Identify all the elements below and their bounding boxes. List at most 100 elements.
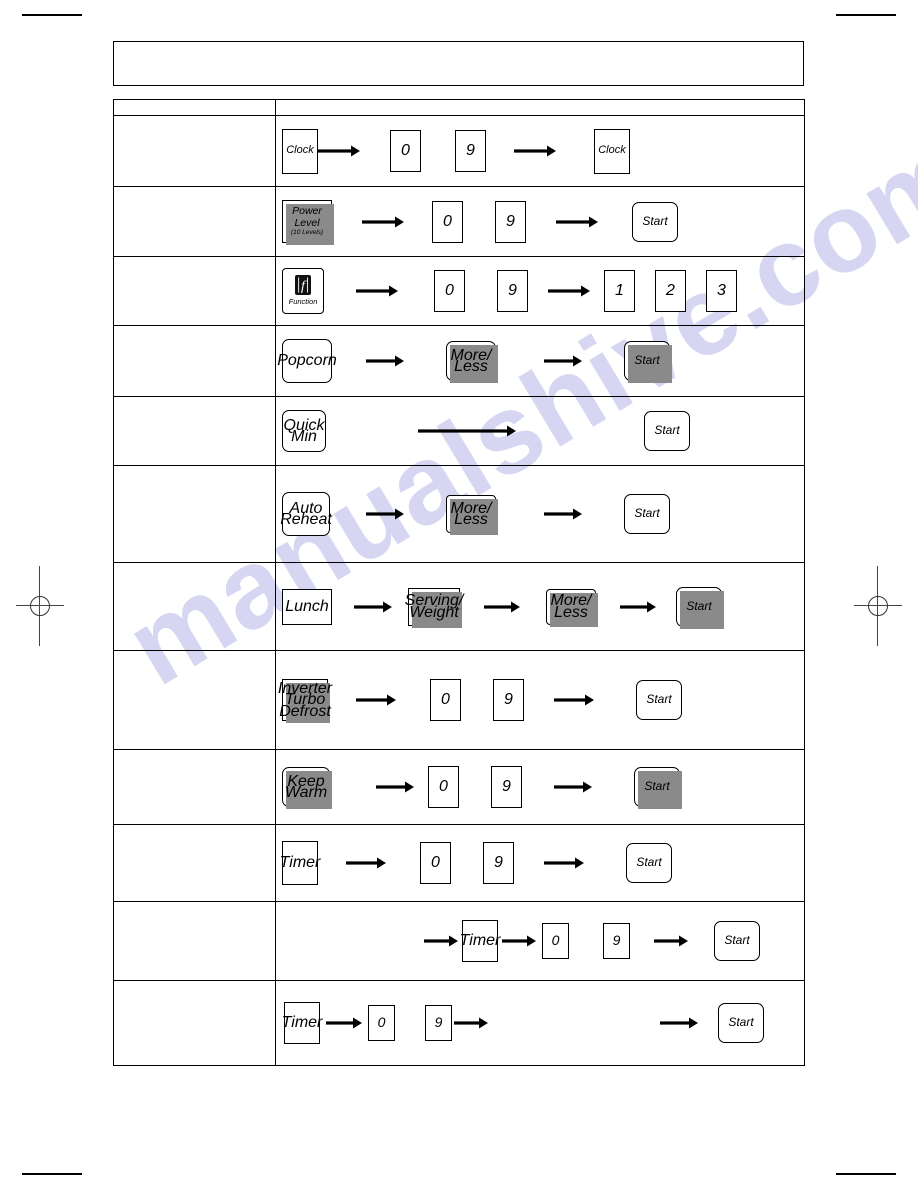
key-clock-9[interactable]: Clock <box>594 128 630 174</box>
key-start-10[interactable]: Start <box>636 680 682 720</box>
key-timer-0[interactable]: Timer <box>280 841 320 885</box>
key-1-10[interactable]: 1 <box>604 270 635 312</box>
arrow-right-icon <box>554 693 594 707</box>
step-flow-keep-warm: Keep Warm 0 9 Start <box>276 750 804 824</box>
key-0-4[interactable]: 0 <box>420 842 451 884</box>
key-9-9[interactable]: 9 <box>603 923 630 959</box>
table-row: Lunch Serving/Weight More/Less Start <box>113 562 805 651</box>
key-2-12[interactable]: 2 <box>655 270 686 312</box>
step-flow-function: f Function 0 9 1 2 3 <box>276 257 804 325</box>
key-label: Start <box>634 353 660 368</box>
key-inverter-turbo-defrost-0[interactable]: Inverter Turbo Defrost <box>278 679 332 723</box>
key-0-7[interactable]: 0 <box>542 923 569 959</box>
key-label: More/Less <box>550 592 592 621</box>
crop-mark-top-left <box>22 14 82 16</box>
key-9-6[interactable]: 9 <box>495 200 526 243</box>
key-serving-weight-4[interactable]: Serving/Weight <box>405 587 463 628</box>
arrow-right-icon <box>326 1016 362 1030</box>
key-0-4[interactable]: 0 <box>434 270 465 312</box>
key-start-4[interactable]: Start <box>644 411 690 451</box>
key-label: Inverter Turbo Defrost <box>277 679 333 720</box>
table-row: Clock 0 9 Clock <box>113 115 805 187</box>
crop-mark-bottom-left <box>22 1173 82 1175</box>
procedure-table: Clock 0 9 Clock Power Level (10 Levels) 0 9 Start… <box>113 99 805 1066</box>
table-row: Auto Reheat More/Less Start <box>113 465 805 563</box>
key-9-6[interactable]: 9 <box>491 766 522 808</box>
key-popcorn-0[interactable]: Popcorn <box>277 339 337 383</box>
key-start-10[interactable]: Start <box>626 843 672 883</box>
key-label: 9 <box>508 282 517 300</box>
key-start-13[interactable]: Start <box>714 921 760 961</box>
table-row: Popcorn More/Less Start <box>113 325 805 397</box>
key-label: 9 <box>502 778 511 796</box>
arrow-right-icon <box>362 215 404 229</box>
key-0-4[interactable]: 0 <box>432 200 463 243</box>
key-function-0[interactable]: f Function <box>282 268 324 314</box>
key-label: Clock <box>286 144 314 157</box>
key-quick-min-0[interactable]: Quick Min <box>282 410 326 452</box>
key-label: Start <box>634 506 660 521</box>
key-more-less-8[interactable]: More/Less <box>546 588 598 627</box>
registration-mark-right <box>854 566 902 646</box>
arrow-right-icon <box>424 934 458 948</box>
key-label: 0 <box>551 932 560 949</box>
key-start-12[interactable]: Start <box>676 586 724 629</box>
key-0-5[interactable]: 0 <box>368 1005 395 1041</box>
key-label: 2 <box>666 282 675 300</box>
key-more-less-4[interactable]: More/Less <box>446 495 498 535</box>
key-9-6[interactable]: 9 <box>483 842 514 884</box>
feature-label-timer-delay <box>113 824 276 902</box>
arrow-right-icon <box>556 215 598 229</box>
feature-label-power-level <box>113 186 276 257</box>
key-label: 9 <box>506 212 515 230</box>
procedure-steps-timer-delay: Timer 0 9 Start <box>275 824 805 902</box>
column-header-feature <box>113 99 276 116</box>
procedure-steps-inverter-turbo-defrost: Inverter Turbo Defrost 0 9 Start <box>275 650 805 750</box>
key-start-10[interactable]: Start <box>634 767 682 809</box>
step-flow-power-level: Power Level (10 Levels) 0 9 Start <box>276 187 804 256</box>
procedure-steps-timer-stand: Timer 0 9 Start <box>275 901 805 981</box>
key-start-8[interactable]: Start <box>624 341 672 383</box>
table-row: Power Level (10 Levels) 0 9 Start <box>113 186 805 257</box>
feature-label-inverter-turbo-defrost <box>113 650 276 750</box>
step-flow-quick-min: Quick Min Start <box>276 397 804 465</box>
key-label: 0 <box>401 142 410 160</box>
procedure-steps-quick-min: Quick Min Start <box>275 396 805 466</box>
key-label: 0 <box>377 1014 386 1031</box>
arrow-right-icon <box>376 780 414 794</box>
arrow-right-icon <box>484 600 520 614</box>
key-start-10[interactable]: Start <box>632 201 678 242</box>
key-timer-3[interactable]: Timer <box>460 920 500 962</box>
key-0-4[interactable]: 0 <box>428 766 459 808</box>
arrow-right-icon <box>354 600 392 614</box>
key-label: 9 <box>466 142 475 160</box>
key-more-less-4[interactable]: More/Less <box>446 341 498 383</box>
key-9-6[interactable]: 9 <box>497 270 528 312</box>
key-9-5[interactable]: 9 <box>455 130 486 172</box>
key-lunch-0[interactable]: Lunch <box>282 588 332 625</box>
key-keep-warm-0[interactable]: Keep Warm <box>282 767 332 809</box>
key-3-14[interactable]: 3 <box>706 270 737 312</box>
procedure-steps-power-level: Power Level (10 Levels) 0 9 Start <box>275 186 805 257</box>
feature-label-popcorn <box>113 325 276 397</box>
key-sublabel: (10 Levels) <box>290 229 324 237</box>
key-0-4[interactable]: 0 <box>430 679 461 721</box>
arrow-right-icon <box>654 934 688 948</box>
key-auto-reheat-0[interactable]: Auto Reheat <box>280 492 332 536</box>
table-header-row <box>113 99 805 116</box>
procedure-steps-clock: Clock 0 9 Clock <box>275 115 805 187</box>
key-label: 0 <box>441 691 450 709</box>
key-start-13[interactable]: Start <box>718 1003 764 1043</box>
key-0-3[interactable]: 0 <box>390 130 421 172</box>
key-label: Start <box>728 1015 754 1030</box>
key-9-7[interactable]: 9 <box>425 1005 452 1041</box>
key-clock-0[interactable]: Clock <box>282 128 318 174</box>
arrow-right-icon <box>418 424 516 438</box>
key-label: Start <box>642 213 668 228</box>
arrow-right-icon <box>620 600 656 614</box>
key-9-6[interactable]: 9 <box>493 679 524 721</box>
key-power-level-0[interactable]: Power Level (10 Levels) <box>282 200 334 245</box>
key-timer-1[interactable]: Timer <box>282 1002 322 1044</box>
procedure-steps-popcorn: Popcorn More/Less Start <box>275 325 805 397</box>
key-start-8[interactable]: Start <box>624 494 670 534</box>
